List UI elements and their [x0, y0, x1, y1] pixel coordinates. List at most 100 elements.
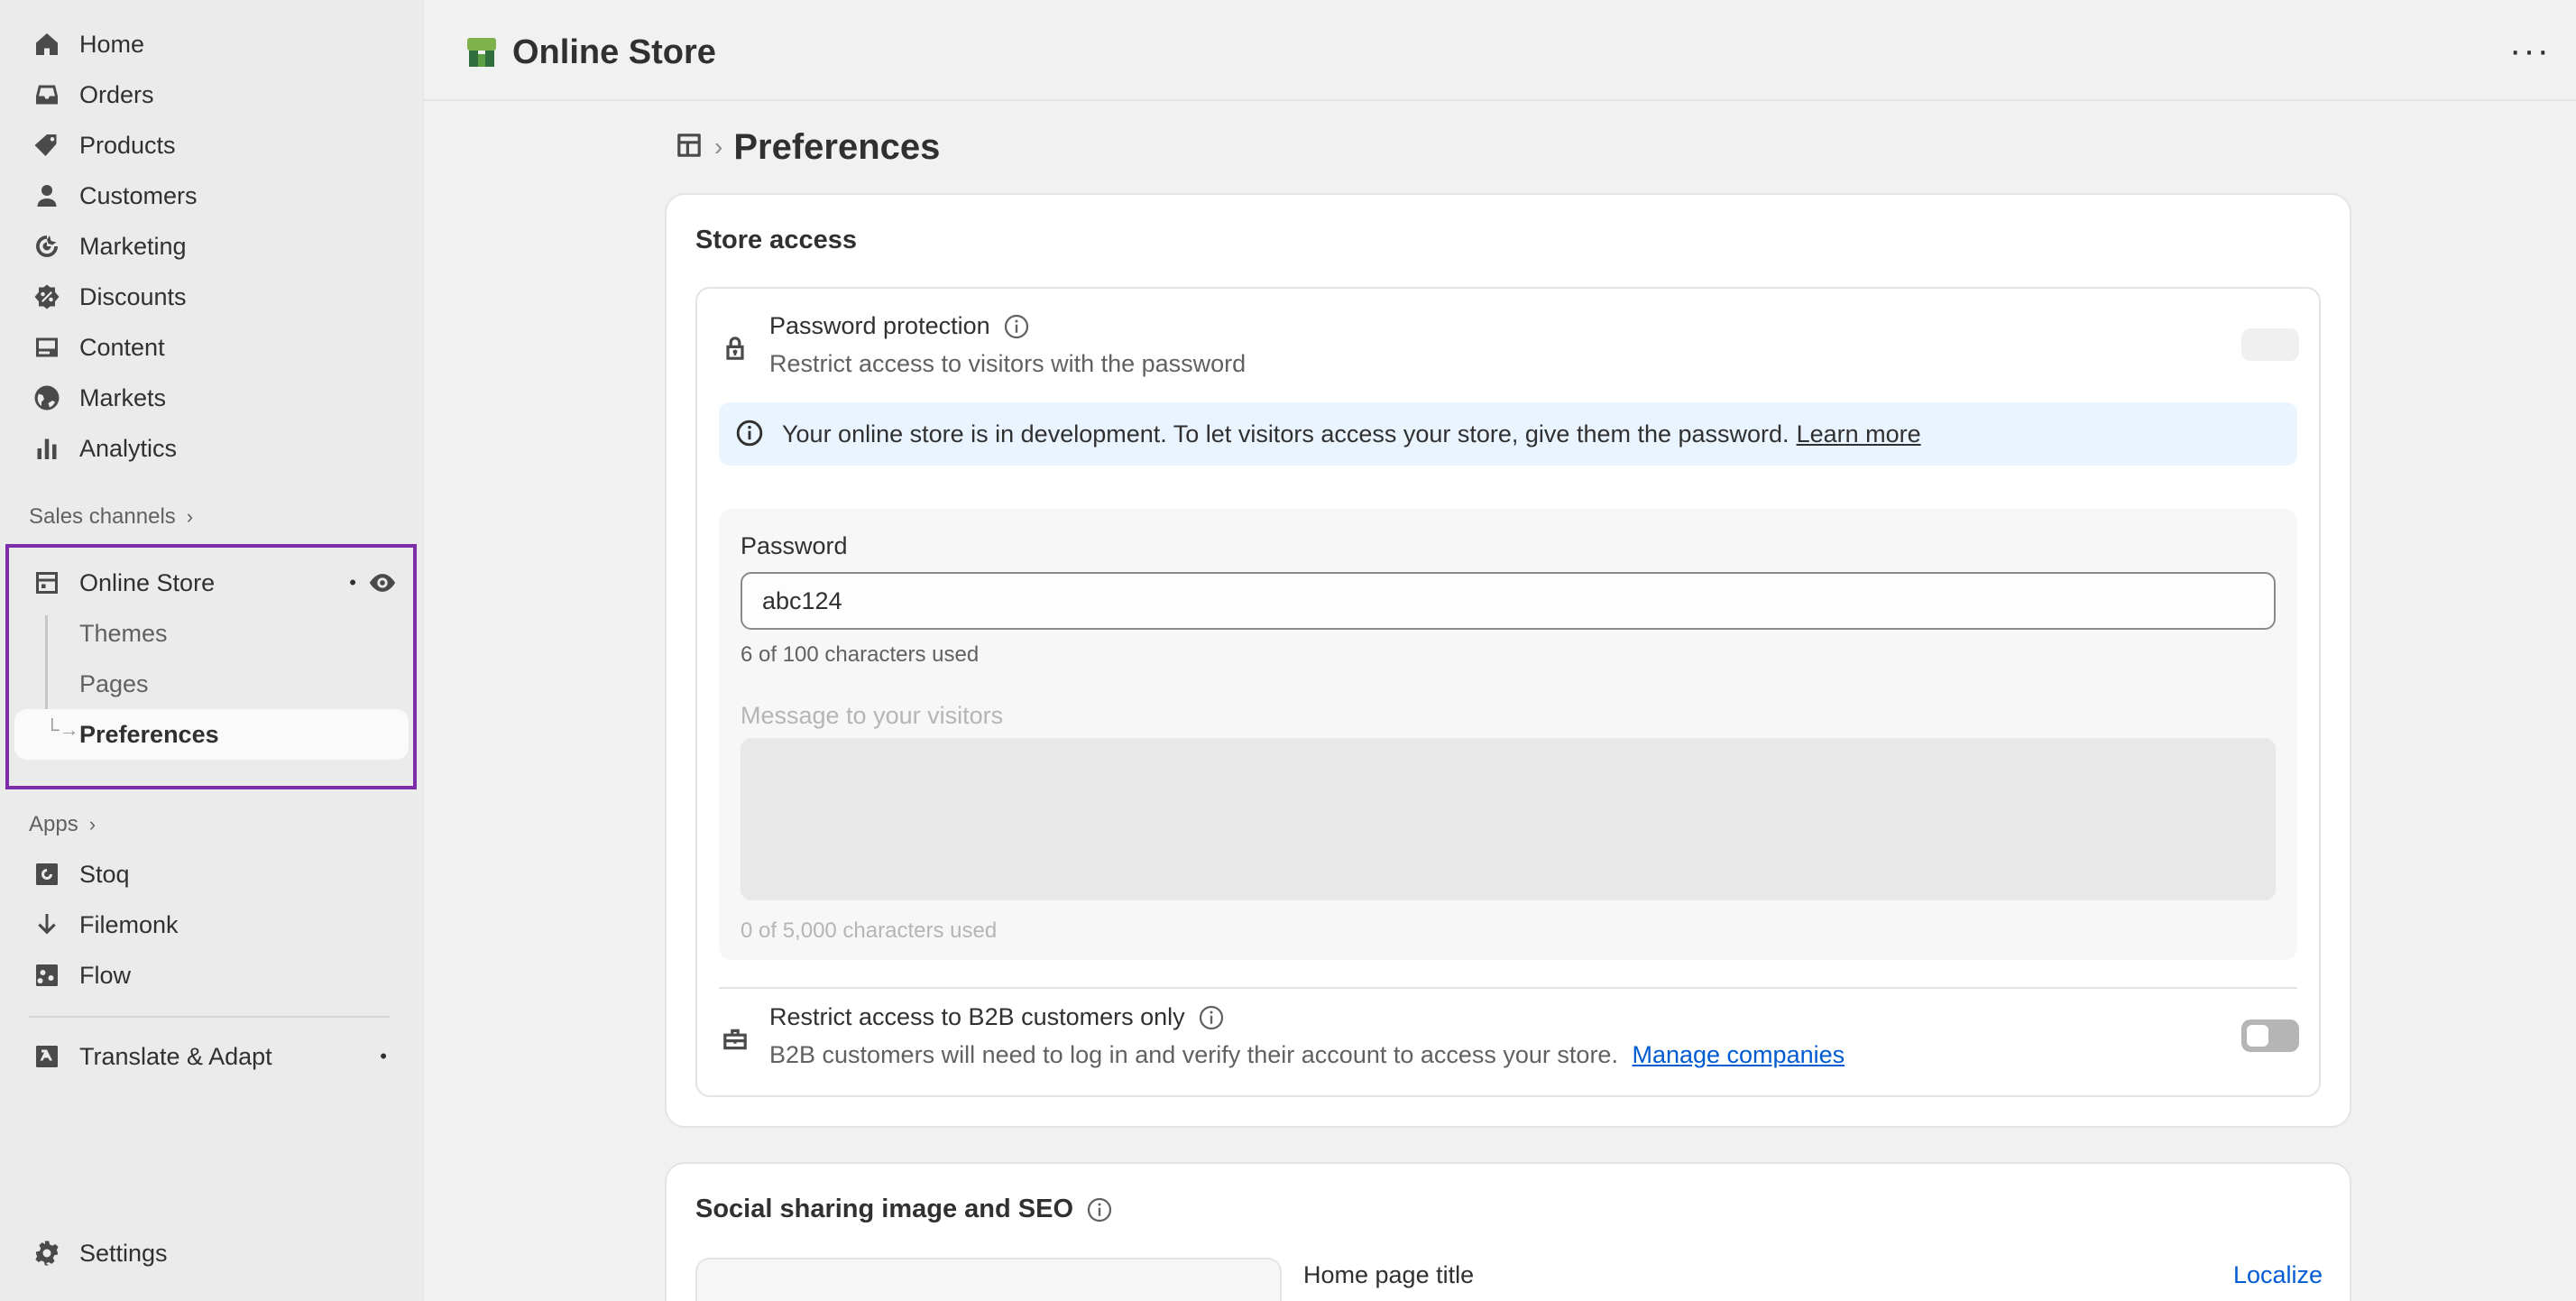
password-protection-title: Password protection — [769, 312, 1030, 340]
home-page-title-label: Home page title — [1303, 1261, 1475, 1288]
apps-header[interactable]: Apps › — [29, 807, 96, 843]
sidebar-item-label: Orders — [79, 80, 154, 108]
sidebar-item-settings[interactable]: Settings — [14, 1231, 409, 1276]
sidebar-item-label: Products — [79, 131, 176, 159]
sales-channels-header[interactable]: Sales channels › — [29, 499, 193, 535]
seo-title-text: Social sharing image and SEO — [695, 1195, 1074, 1223]
sales-channels-label: Sales channels — [29, 504, 176, 529]
sidebar-item-label: Analytics — [79, 434, 178, 462]
sidebar-item-stoq[interactable]: Stoq — [14, 852, 409, 897]
visitor-message-textarea[interactable] — [741, 738, 2276, 900]
b2b-restrict-title-text: Restrict access to B2B customers only — [769, 1003, 1185, 1030]
unsaved-dot: • — [349, 571, 356, 594]
tree-branch-arrow-icon: └→ — [45, 718, 79, 741]
sidebar-item-content[interactable]: Content — [14, 325, 409, 370]
notification-dot: • — [380, 1045, 387, 1067]
localize-link[interactable]: Localize — [2233, 1261, 2323, 1289]
info-icon[interactable] — [1086, 1196, 1113, 1223]
sidebar-item-label: Stoq — [79, 860, 130, 888]
image-icon — [31, 331, 63, 364]
b2b-restrict-title: Restrict access to B2B customers only — [769, 1003, 1225, 1031]
sidebar-item-label: Filemonk — [79, 910, 179, 938]
banner-text: Your online store is in development. To … — [782, 420, 1789, 448]
online-store-logo-icon — [464, 34, 512, 70]
sidebar-item-flow[interactable]: Flow — [14, 953, 409, 998]
row-divider — [719, 987, 2297, 989]
b2b-restrict-subtitle: B2B customers will need to log in and ve… — [769, 1041, 1845, 1069]
sidebar-item-customers[interactable]: Customers — [14, 173, 409, 218]
sidebar-subitem-label: Pages — [79, 669, 149, 697]
top-bar: Online Store ··· — [424, 0, 2576, 101]
sidebar-item-markets[interactable]: Markets — [14, 375, 409, 420]
password-protection-toggle[interactable] — [2241, 328, 2299, 361]
message-char-count: 0 of 5,000 characters used — [741, 918, 998, 943]
password-label: Password — [741, 532, 848, 559]
password-input[interactable] — [741, 572, 2276, 630]
page-title: Preferences — [733, 126, 941, 167]
development-info-banner: Your online store is in development. To … — [719, 402, 2297, 466]
info-icon[interactable] — [1003, 313, 1030, 340]
chevron-right-icon: › — [88, 813, 97, 835]
sidebar-subitem-label: Preferences — [79, 720, 219, 748]
sidebar-item-online-store[interactable]: Online Store • — [14, 560, 409, 605]
sidebar-item-label: Marketing — [79, 232, 187, 260]
app-title-text: Online Store — [512, 32, 716, 71]
sidebar-item-label: Flow — [79, 961, 132, 989]
sidebar-subitem-label: Themes — [79, 619, 168, 647]
lock-icon — [721, 334, 751, 364]
sidebar-subitem-pages[interactable]: Pages — [14, 659, 409, 709]
store-icon — [31, 567, 63, 599]
gear-icon — [31, 1237, 63, 1269]
sidebar-item-products[interactable]: Products — [14, 123, 409, 168]
bar-chart-icon — [31, 432, 63, 465]
sidebar-item-analytics[interactable]: Analytics — [14, 426, 409, 471]
password-settings-panel: Password 6 of 100 characters used Messag… — [719, 509, 2297, 960]
toggle-knob — [2247, 1025, 2268, 1047]
apps-label: Apps — [29, 812, 78, 836]
discount-icon — [31, 281, 63, 313]
inbox-icon — [31, 78, 63, 111]
social-image-dropzone[interactable] — [695, 1258, 1282, 1301]
sidebar-subitem-themes[interactable]: Themes — [14, 608, 409, 659]
password-protection-subtitle: Restrict access to visitors with the pas… — [769, 350, 1247, 377]
arrow-down-icon — [31, 909, 63, 941]
sidebar-item-discounts[interactable]: Discounts — [14, 274, 409, 319]
info-circle-icon — [735, 419, 766, 449]
more-actions-button[interactable]: ··· — [2509, 32, 2551, 69]
sidebar-item-orders[interactable]: Orders — [14, 72, 409, 117]
b2b-restrict-toggle[interactable] — [2241, 1020, 2299, 1052]
sidebar-item-home[interactable]: Home — [14, 22, 409, 67]
sidebar-item-label: Online Store — [79, 568, 216, 596]
person-icon — [31, 180, 63, 212]
tag-icon — [31, 129, 63, 161]
target-icon — [31, 230, 63, 263]
app-title: Online Store — [464, 27, 716, 78]
info-icon[interactable] — [1198, 1004, 1225, 1031]
sidebar-item-filemonk[interactable]: Filemonk — [14, 902, 409, 947]
sidebar-item-label: Customers — [79, 181, 198, 209]
sidebar-item-label: Content — [79, 333, 165, 361]
learn-more-link[interactable]: Learn more — [1797, 420, 1921, 448]
breadcrumb-separator: › — [714, 133, 723, 161]
chevron-right-icon: › — [186, 505, 194, 528]
seo-card: Social sharing image and SEO Home page t… — [665, 1162, 2351, 1301]
store-access-title: Store access — [695, 226, 857, 254]
sidebar: Home Orders Products Customers Marketing… — [0, 0, 424, 1301]
flow-icon — [31, 959, 63, 992]
sidebar-item-label: Translate & Adapt — [79, 1042, 272, 1070]
sidebar-item-label: Discounts — [79, 282, 187, 310]
b2b-restrict-subtitle-text: B2B customers will need to log in and ve… — [769, 1041, 1618, 1068]
sidebar-item-translate-adapt[interactable]: Translate & Adapt • — [14, 1034, 409, 1079]
sidebar-item-label: Markets — [79, 383, 167, 411]
stoq-icon — [31, 858, 63, 890]
sidebar-item-label: Home — [79, 30, 145, 58]
seo-title: Social sharing image and SEO — [695, 1195, 1113, 1224]
password-char-count: 6 of 100 characters used — [741, 642, 980, 667]
store-breadcrumb-icon[interactable] — [675, 131, 704, 164]
sidebar-item-marketing[interactable]: Marketing — [14, 224, 409, 269]
home-icon — [31, 28, 63, 60]
breadcrumb: › Preferences — [675, 125, 940, 170]
eye-icon[interactable] — [367, 567, 398, 598]
store-access-inner-box: Password protection Restrict access to v… — [695, 287, 2321, 1097]
manage-companies-link[interactable]: Manage companies — [1632, 1041, 1845, 1068]
